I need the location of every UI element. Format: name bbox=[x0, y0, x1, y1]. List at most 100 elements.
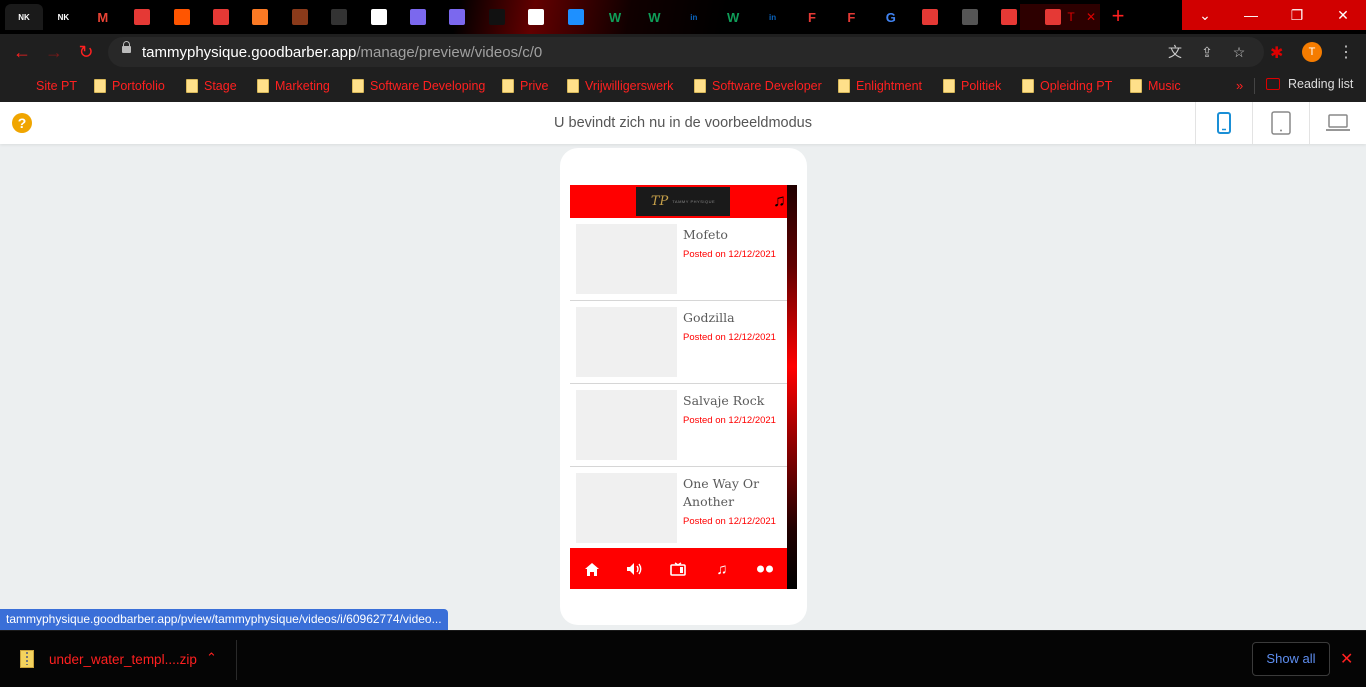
home-icon[interactable] bbox=[582, 559, 602, 579]
bookmarks-more-button[interactable]: » bbox=[1236, 78, 1243, 93]
video-item[interactable]: Godzilla Posted on 12/12/2021 bbox=[570, 301, 787, 384]
bookmark-label: Stage bbox=[204, 79, 237, 93]
video-thumbnail[interactable] bbox=[576, 473, 677, 543]
music-icon[interactable]: ♫ bbox=[712, 559, 732, 579]
video-thumbnail[interactable] bbox=[576, 224, 677, 294]
preview-mode-message: U bevindt zich nu in de voorbeeldmodus bbox=[554, 115, 812, 131]
browser-tab[interactable] bbox=[281, 4, 319, 30]
browser-tab[interactable]: in bbox=[675, 4, 713, 30]
browser-tab[interactable] bbox=[399, 4, 437, 30]
browser-tab[interactable] bbox=[951, 4, 989, 30]
browser-tab[interactable] bbox=[123, 4, 161, 30]
tablet-icon bbox=[1271, 111, 1291, 135]
video-item[interactable]: Salvaje Rock Posted on 12/12/2021 bbox=[570, 384, 787, 467]
bookmark-item[interactable]: Software Developing bbox=[352, 77, 485, 95]
browser-tab[interactable]: W bbox=[635, 4, 673, 30]
device-tablet-button[interactable] bbox=[1252, 102, 1309, 144]
bookmark-label: Music bbox=[1148, 79, 1181, 93]
browser-tab[interactable] bbox=[163, 4, 201, 30]
minimize-button[interactable]: — bbox=[1228, 0, 1274, 30]
bookmark-item[interactable]: Opleiding PT bbox=[1022, 77, 1112, 95]
app-icon bbox=[134, 9, 151, 25]
browser-tab[interactable]: G bbox=[872, 4, 910, 30]
star-icon[interactable]: ☆ bbox=[1230, 43, 1248, 61]
browser-tab[interactable] bbox=[517, 4, 555, 30]
video-title: Mofeto bbox=[683, 227, 728, 242]
app-screen: TP TAMMY PHYSIQUE ♫ Mofeto Posted on 12/… bbox=[570, 185, 797, 589]
github-icon bbox=[370, 9, 387, 25]
folder-icon bbox=[94, 79, 106, 93]
speaker-icon[interactable] bbox=[625, 559, 645, 579]
browser-tab[interactable]: NK bbox=[44, 4, 82, 30]
browser-tab[interactable] bbox=[557, 4, 595, 30]
bookmark-site-icon bbox=[291, 9, 308, 25]
nkh-icon: NK bbox=[18, 12, 30, 22]
page-content: ? U bevindt zich nu in de voorbeeldmodus… bbox=[0, 102, 1366, 630]
close-window-button[interactable]: ✕ bbox=[1320, 0, 1366, 30]
tab-search-button[interactable]: ⌄ bbox=[1182, 0, 1228, 30]
bookmark-item[interactable]: Portofolio bbox=[94, 77, 165, 95]
browser-tab[interactable] bbox=[360, 4, 398, 30]
bookmark-item[interactable]: Prive bbox=[502, 77, 548, 95]
video-thumbnail[interactable] bbox=[576, 390, 677, 460]
browser-tab[interactable]: W bbox=[714, 4, 752, 30]
video-icon[interactable] bbox=[668, 559, 688, 579]
device-desktop-button[interactable] bbox=[1309, 102, 1366, 144]
app-logo[interactable]: TP TAMMY PHYSIQUE bbox=[636, 187, 730, 216]
video-title: Godzilla bbox=[683, 310, 735, 325]
download-file-name[interactable]: under_water_templ....zip bbox=[49, 652, 197, 667]
video-thumbnail[interactable] bbox=[576, 307, 677, 377]
browser-tab[interactable] bbox=[911, 4, 949, 30]
restore-button[interactable]: ❐ bbox=[1274, 0, 1320, 30]
zip-file-icon[interactable] bbox=[20, 650, 34, 668]
close-download-bar-icon[interactable]: ✕ bbox=[1340, 649, 1353, 669]
browser-tab[interactable]: W bbox=[596, 4, 634, 30]
bookmark-item[interactable]: Vrijwilligerswerk bbox=[567, 77, 673, 95]
address-bar[interactable]: tammyphysique.goodbarber.app/manage/prev… bbox=[108, 37, 1264, 67]
bookmark-item[interactable]: Stage bbox=[186, 77, 237, 95]
w-icon: W bbox=[648, 9, 661, 25]
url-text[interactable]: tammyphysique.goodbarber.app/manage/prev… bbox=[142, 44, 542, 61]
browser-tab[interactable] bbox=[438, 4, 476, 30]
browser-tab[interactable]: in bbox=[754, 4, 792, 30]
w-icon: W bbox=[608, 9, 622, 25]
browser-tab[interactable]: F bbox=[793, 4, 831, 30]
close-tab-icon[interactable]: ✕ bbox=[1086, 10, 1096, 24]
bookmark-item[interactable]: Music bbox=[1130, 77, 1181, 95]
bookmark-label: Opleiding PT bbox=[1040, 79, 1113, 93]
browser-tab[interactable]: F bbox=[832, 4, 870, 30]
translate-icon[interactable]: 文 bbox=[1166, 43, 1184, 61]
browser-tab[interactable]: M bbox=[84, 4, 122, 30]
share-icon[interactable]: ⇪ bbox=[1198, 43, 1216, 61]
back-button[interactable]: ← bbox=[12, 42, 32, 62]
browser-tab[interactable] bbox=[320, 4, 358, 30]
music-note-icon[interactable]: ♫ bbox=[773, 191, 786, 211]
browser-tab[interactable] bbox=[241, 4, 279, 30]
browser-tab[interactable] bbox=[478, 4, 516, 30]
bookmark-label: Politiek bbox=[961, 79, 1002, 93]
bookmark-item[interactable]: Marketing bbox=[257, 77, 330, 95]
bookmark-item[interactable]: Software Developer bbox=[694, 77, 822, 95]
browser-tab[interactable] bbox=[202, 4, 240, 30]
reading-list-button[interactable]: Reading list bbox=[1266, 77, 1353, 91]
bookmark-item[interactable]: Site PT bbox=[18, 77, 77, 95]
forward-button[interactable]: → bbox=[44, 42, 64, 62]
new-tab-button[interactable]: + bbox=[1106, 5, 1130, 28]
chevron-up-icon[interactable]: ⌃ bbox=[206, 650, 217, 666]
video-item[interactable]: Mofeto Posted on 12/12/2021 bbox=[570, 218, 787, 301]
show-all-button[interactable]: Show all bbox=[1252, 642, 1330, 676]
tab-current[interactable]: T ✕ bbox=[1020, 4, 1100, 30]
app-icon bbox=[1001, 9, 1017, 25]
bookmark-item[interactable]: Politiek bbox=[943, 77, 1001, 95]
reload-button[interactable]: ↻ bbox=[76, 42, 96, 62]
linear-icon bbox=[449, 9, 466, 25]
profile-avatar[interactable]: T bbox=[1302, 42, 1322, 62]
bookmark-label: Prive bbox=[520, 79, 549, 93]
extensions-icon[interactable]: ✱ bbox=[1270, 43, 1288, 62]
browser-tab[interactable]: NK bbox=[5, 4, 43, 30]
device-phone-button[interactable] bbox=[1195, 102, 1252, 144]
flickr-icon[interactable] bbox=[755, 559, 775, 579]
bookmark-item[interactable]: Enlightment bbox=[838, 77, 922, 95]
browser-menu-icon[interactable]: ⋮ bbox=[1338, 42, 1354, 62]
video-item[interactable]: One Way Or Another Posted on 12/12/2021 bbox=[570, 467, 787, 550]
